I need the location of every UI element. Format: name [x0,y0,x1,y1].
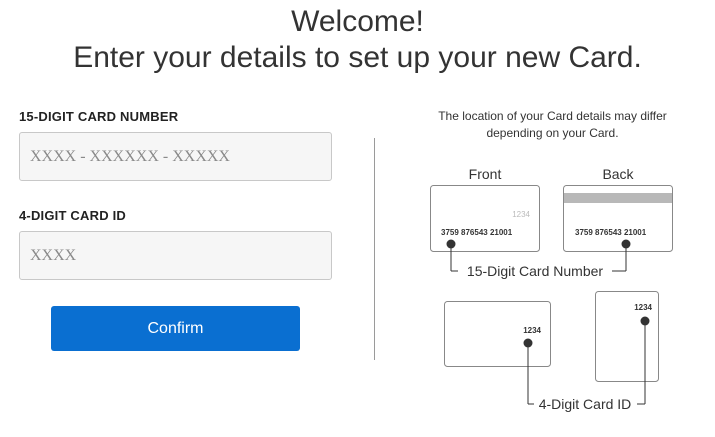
card-number-caption: 15-Digit Card Number [467,263,603,279]
card-id-caption: 4-Digit Card ID [539,396,632,412]
card-location-note: The location of your Card details may di… [438,109,667,140]
front-card-image: 1234 3759 876543 21001 [430,185,540,271]
back-card-image: 3759 876543 21001 [563,185,673,271]
card-id-label: 4-DIGIT CARD ID [19,208,126,223]
card-number-input[interactable] [19,132,332,181]
confirm-button[interactable]: Confirm [51,306,300,351]
vertical-card-id-sample: 1234 [634,303,652,312]
front-card-id-sample: 1234 [523,326,541,335]
card-number-label: 15-DIGIT CARD NUMBER [19,109,179,124]
vertical-card-id-image: 1234 [595,291,659,404]
back-label: Back [602,166,634,182]
front-card-number: 3759 876543 21001 [441,228,513,237]
front-card-id-image: 1234 [444,301,551,404]
card-id-input[interactable] [19,231,332,280]
front-card-faded-id: 1234 [512,210,530,219]
section-divider [374,138,375,360]
front-label: Front [469,166,502,182]
page-subtitle: Enter your details to set up your new Ca… [73,41,642,74]
welcome-title: Welcome! [291,5,424,38]
back-card-number: 3759 876543 21001 [575,228,647,237]
